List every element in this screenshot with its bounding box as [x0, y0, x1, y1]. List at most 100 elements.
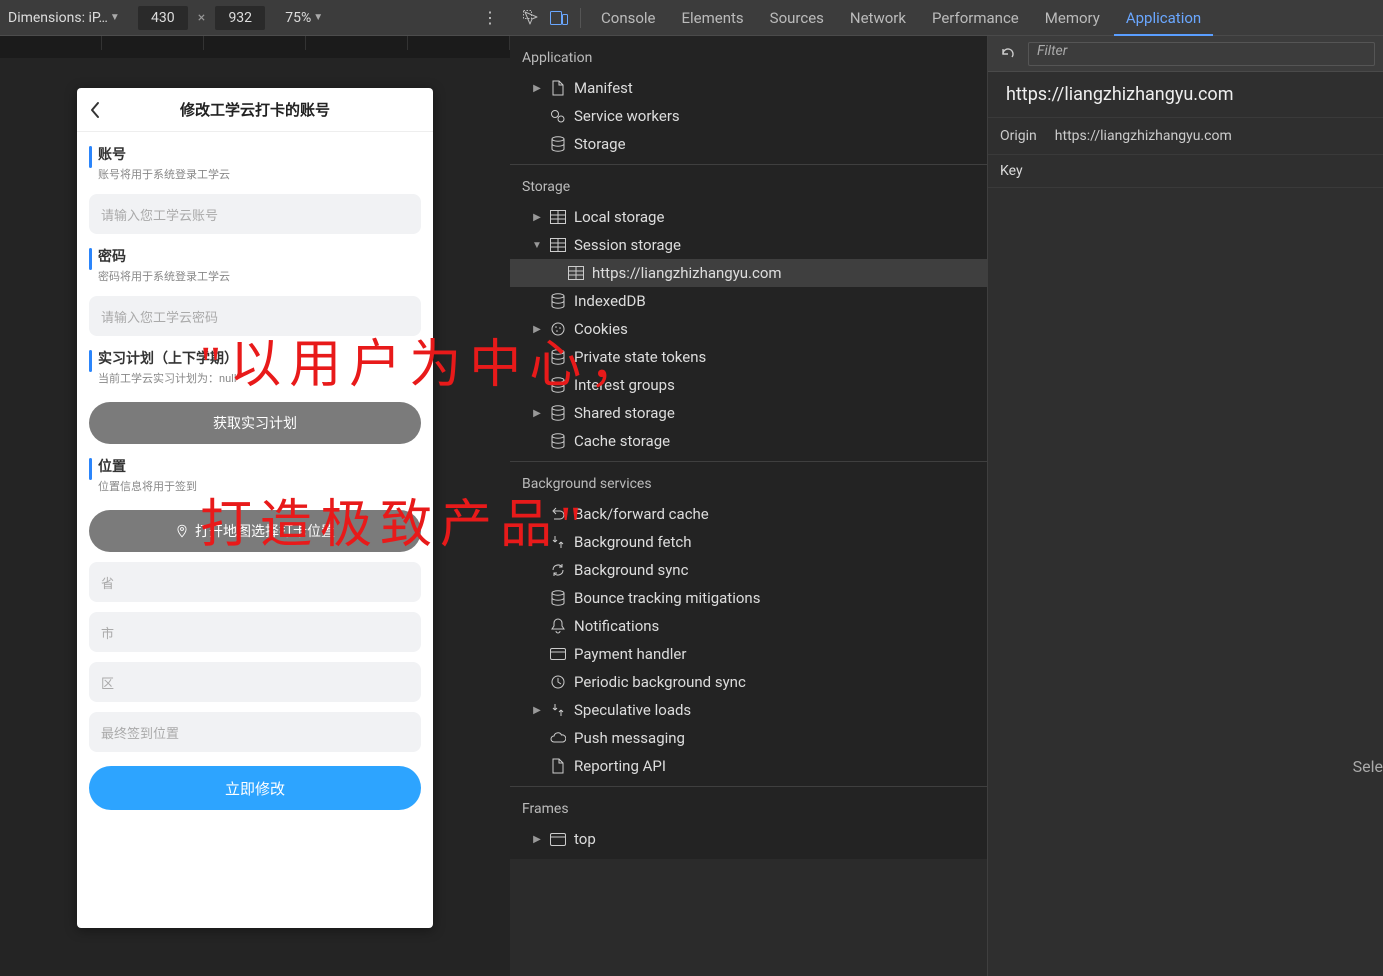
sidebar-item-local-storage[interactable]: ▶ Local storage [510, 203, 987, 231]
account-label: 账号 [98, 144, 230, 164]
sidebar-item-speculative-loads[interactable]: ▶ Speculative loads [510, 696, 987, 724]
sidebar-item-frame-top[interactable]: ▶ top [510, 825, 987, 853]
devtools-tabbar: Console Elements Sources Network Perform… [510, 0, 1383, 36]
chevron-right-icon: ▶ [532, 83, 542, 94]
field-marker [89, 248, 92, 270]
table-header-key[interactable]: Key [988, 155, 1383, 188]
back-forward-icon [550, 506, 566, 522]
tab-network[interactable]: Network [838, 0, 918, 36]
final-location-input[interactable]: 最终签到位置 [89, 712, 421, 752]
database-icon [550, 590, 566, 606]
sidebar-item-label: Local storage [574, 208, 664, 226]
device-toolbar: Dimensions: iP… ▼ 430 × 932 75% ▼ ⋮ [0, 0, 510, 36]
sidebar-item-label: Shared storage [574, 404, 675, 422]
refresh-icon[interactable] [996, 42, 1020, 66]
sidebar-item-indexeddb[interactable]: IndexedDB [510, 287, 987, 315]
sidebar-item-label: Storage [574, 135, 626, 153]
sidebar-item-label: Cookies [574, 320, 628, 338]
window-icon [550, 831, 566, 847]
sidebar-item-label: Speculative loads [574, 701, 691, 719]
sidebar-item-reporting-api[interactable]: Reporting API [510, 752, 987, 780]
device-width-input[interactable]: 430 [138, 6, 188, 30]
table-icon [550, 237, 566, 253]
selected-preview-text: Sele [1353, 757, 1383, 776]
document-icon [550, 80, 566, 96]
sidebar-item-label: Manifest [574, 79, 633, 97]
device-ruler [0, 36, 510, 58]
password-input[interactable]: 请输入您工学云密码 [89, 296, 421, 336]
plan-sublabel: 当前工学云实习计划为：null [98, 370, 238, 386]
page-url: https://liangzhizhangyu.com [988, 72, 1383, 118]
sidebar-item-label: Background sync [574, 561, 688, 579]
tab-sources[interactable]: Sources [758, 0, 836, 36]
account-input[interactable]: 请输入您工学云账号 [89, 194, 421, 234]
tab-elements[interactable]: Elements [670, 0, 756, 36]
sidebar-item-background-sync[interactable]: Background sync [510, 556, 987, 584]
application-sidebar: Application ▶ Manifest Service workers S… [510, 36, 988, 976]
fetch-icon [550, 702, 566, 718]
sidebar-item-label: Service workers [574, 107, 680, 125]
plan-label: 实习计划（上下学期） [98, 348, 238, 368]
sidebar-item-manifest[interactable]: ▶ Manifest [510, 74, 987, 102]
sidebar-item-private-tokens[interactable]: Private state tokens [510, 343, 987, 371]
database-icon [550, 405, 566, 421]
zoom-selector[interactable]: 75% ▼ [285, 10, 323, 26]
section-frames-header: Frames [510, 793, 987, 825]
submit-button[interactable]: 立即修改 [89, 766, 421, 810]
city-input[interactable]: 市 [89, 612, 421, 652]
sidebar-item-label: https://liangzhizhangyu.com [592, 264, 782, 282]
sidebar-item-shared-storage[interactable]: ▶ Shared storage [510, 399, 987, 427]
tab-application[interactable]: Application [1114, 0, 1213, 36]
sidebar-item-label: Session storage [574, 236, 681, 254]
filter-input[interactable]: Filter [1028, 42, 1375, 66]
sidebar-item-periodic-sync[interactable]: Periodic background sync [510, 668, 987, 696]
credit-card-icon [550, 646, 566, 662]
sidebar-item-back-forward-cache[interactable]: Back/forward cache [510, 500, 987, 528]
toggle-device-toolbar-icon[interactable] [546, 5, 572, 31]
province-input[interactable]: 省 [89, 562, 421, 602]
sidebar-item-label: Bounce tracking mitigations [574, 589, 760, 607]
section-background-services-header: Background services [510, 468, 987, 500]
submit-button-label: 立即修改 [225, 778, 285, 799]
storage-table-body: Sele [988, 188, 1383, 976]
sidebar-item-service-workers[interactable]: Service workers [510, 102, 987, 130]
device-height-input[interactable]: 932 [215, 6, 265, 30]
clock-icon [550, 674, 566, 690]
tab-console[interactable]: Console [589, 0, 668, 36]
get-plan-button[interactable]: 获取实习计划 [89, 402, 421, 444]
sidebar-item-label: Back/forward cache [574, 505, 709, 523]
map-pin-icon [175, 524, 189, 538]
sidebar-item-background-fetch[interactable]: Background fetch [510, 528, 987, 556]
more-options-icon[interactable]: ⋮ [478, 8, 502, 27]
table-icon [550, 209, 566, 225]
sidebar-item-notifications[interactable]: Notifications [510, 612, 987, 640]
sidebar-item-interest-groups[interactable]: Interest groups [510, 371, 987, 399]
inspect-element-icon[interactable] [518, 5, 544, 31]
chevron-right-icon: ▶ [532, 212, 542, 223]
tab-memory[interactable]: Memory [1033, 0, 1112, 36]
district-input[interactable]: 区 [89, 662, 421, 702]
origin-value: https://liangzhizhangyu.com [1055, 128, 1232, 144]
sidebar-item-push-messaging[interactable]: Push messaging [510, 724, 987, 752]
sidebar-item-payment-handler[interactable]: Payment handler [510, 640, 987, 668]
cloud-icon [550, 730, 566, 746]
storage-detail-pane: Filter https://liangzhizhangyu.com Origi… [988, 36, 1383, 976]
password-sublabel: 密码将用于系统登录工学云 [98, 268, 230, 284]
sidebar-item-session-storage-host[interactable]: https://liangzhizhangyu.com [510, 259, 987, 287]
device-dimensions-selector[interactable]: Dimensions: iP… ▼ [8, 10, 120, 26]
chevron-right-icon: ▶ [532, 324, 542, 335]
section-storage-header: Storage [510, 171, 987, 203]
sidebar-item-session-storage[interactable]: ▼ Session storage [510, 231, 987, 259]
sidebar-item-cookies[interactable]: ▶ Cookies [510, 315, 987, 343]
sidebar-item-app-storage[interactable]: Storage [510, 130, 987, 158]
database-icon [550, 433, 566, 449]
tab-performance[interactable]: Performance [920, 0, 1031, 36]
sidebar-item-cache-storage[interactable]: Cache storage [510, 427, 987, 455]
sidebar-item-bounce-mitigations[interactable]: Bounce tracking mitigations [510, 584, 987, 612]
sidebar-item-label: Push messaging [574, 729, 685, 747]
device-viewport: 修改工学云打卡的账号 账号 账号将用于系统登录工学云 请输入您工学云账号 [0, 58, 510, 976]
sidebar-item-label: top [574, 830, 596, 848]
sidebar-item-label: Periodic background sync [574, 673, 746, 691]
open-map-button[interactable]: 打开地图选择打卡位置 [89, 510, 421, 552]
sidebar-item-label: Reporting API [574, 757, 666, 775]
